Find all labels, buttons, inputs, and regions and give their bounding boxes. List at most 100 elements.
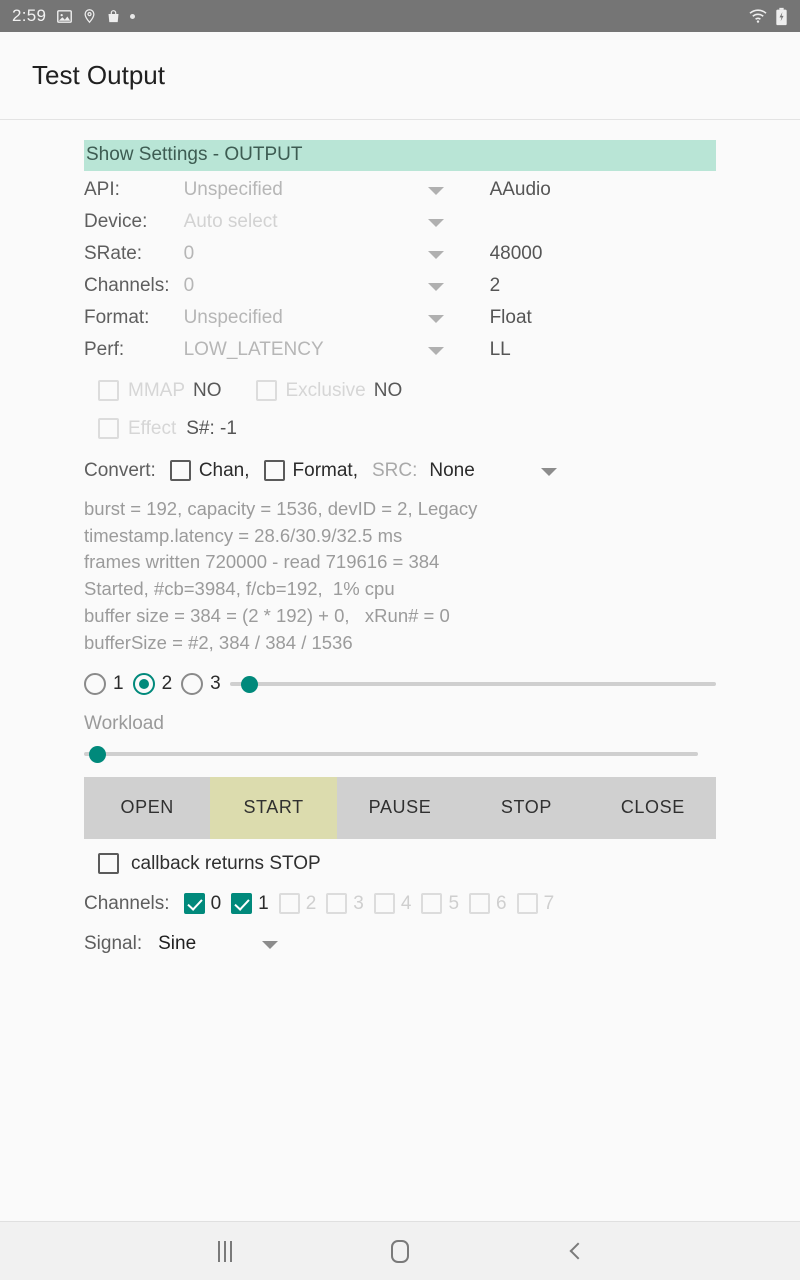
battery-charging-icon [775, 7, 788, 26]
channel-3-checkbox[interactable] [326, 893, 348, 915]
buffer-radio-3-label: 3 [210, 672, 221, 694]
location-pin-icon [82, 7, 97, 25]
buffer-burst-row: 1 2 3 [84, 667, 716, 701]
channel-0-checkbox[interactable] [183, 893, 205, 915]
device-label: Device: [84, 210, 148, 232]
back-button[interactable] [540, 1222, 610, 1280]
show-settings-header[interactable]: Show Settings - OUTPUT [84, 140, 716, 171]
perf-actual-value: LL [489, 338, 511, 360]
api-dropdown-caret[interactable] [427, 174, 474, 206]
channel-7-checkbox[interactable] [516, 893, 538, 915]
status-line-buffersize: buffer size = 384 = (2 * 192) + 0, xRun#… [84, 605, 450, 626]
status-bar-clock: 2:59 [12, 6, 47, 25]
callback-returns-stop-checkbox[interactable] [98, 853, 119, 875]
workload-label: Workload [84, 712, 164, 734]
signal-dropdown-caret[interactable] [262, 933, 279, 955]
channel-enable-row: Channels: 0 1 2 3 4 5 6 7 [84, 893, 716, 915]
perf-dropdown-caret[interactable] [427, 334, 474, 366]
channel-enable-label: Channels: [84, 892, 170, 914]
chevron-down-icon [262, 940, 279, 949]
perf-requested-value[interactable]: LOW_LATENCY [170, 334, 428, 366]
signal-row: Signal: Sine [84, 933, 716, 955]
close-button[interactable]: CLOSE [590, 777, 716, 839]
wifi-icon [748, 8, 768, 24]
api-requested-value[interactable]: Unspecified [170, 174, 428, 206]
callback-returns-stop-label: callback returns STOP [131, 852, 321, 874]
stream-status-text: burst = 192, capacity = 1536, devID = 2,… [84, 496, 716, 657]
buffer-radio-3[interactable]: 3 [181, 672, 230, 695]
stop-button[interactable]: STOP [463, 777, 589, 839]
buffer-radio-1-label: 1 [113, 672, 124, 694]
device-actual-value [474, 206, 551, 238]
mmap-label: MMAP [128, 379, 185, 401]
channels-dropdown-caret[interactable] [427, 270, 474, 302]
chevron-down-icon [427, 282, 444, 291]
table-row-perf: Perf: LOW_LATENCY LL [84, 334, 551, 366]
channel-6-checkbox[interactable] [469, 893, 491, 915]
channels-requested-value[interactable]: 0 [170, 270, 428, 302]
format-dropdown-caret[interactable] [427, 302, 474, 334]
format-actual-value: Float [489, 306, 532, 328]
format-requested-value[interactable]: Unspecified [170, 302, 428, 334]
status-bar-system-icons [748, 7, 788, 26]
buffer-size-slider[interactable] [229, 672, 716, 696]
slider-thumb[interactable] [89, 745, 107, 763]
status-line-buffersize-detail: bufferSize = #2, 384 / 384 / 1536 [84, 631, 353, 653]
status-line-frames: frames written 720000 - read 719616 = 38… [84, 551, 440, 573]
radio-circle-icon [181, 672, 204, 695]
effect-label: Effect [128, 417, 177, 439]
home-button[interactable] [365, 1222, 435, 1280]
workload-slider[interactable] [84, 743, 698, 765]
convert-format-checkbox[interactable] [263, 460, 285, 482]
status-line-burst: burst = 192, capacity = 1536, devID = 2,… [84, 497, 478, 519]
system-navigation-bar [0, 1221, 800, 1280]
convert-format-label: Format, [292, 459, 358, 481]
channel-4-checkbox[interactable] [373, 893, 395, 915]
convert-row: Convert: Chan, Format, SRC: None [84, 460, 716, 482]
start-button[interactable]: START [210, 776, 337, 839]
src-value[interactable]: None [429, 460, 474, 482]
chevron-down-icon [427, 218, 444, 227]
srate-dropdown-caret[interactable] [427, 238, 474, 270]
table-row-channels: Channels: 0 2 [84, 270, 551, 302]
channel-0-label: 0 [210, 892, 222, 914]
slider-thumb[interactable] [241, 675, 259, 693]
status-line-started: Started, #cb=3984, f/cb=192, 1% cpu [84, 578, 395, 600]
recents-button[interactable] [190, 1222, 260, 1280]
api-actual-value: AAudio [489, 178, 551, 200]
radio-circle-selected-icon [132, 672, 155, 695]
chevron-down-icon [427, 250, 444, 259]
mmap-checkbox[interactable] [98, 380, 119, 402]
srate-label: SRate: [84, 242, 143, 264]
open-button[interactable]: OPEN [84, 777, 210, 839]
pause-button[interactable]: PAUSE [337, 777, 463, 839]
channels-label: Channels: [84, 274, 170, 296]
channel-5-checkbox[interactable] [421, 893, 443, 915]
src-label: SRC: [371, 459, 418, 481]
status-line-latency: timestamp.latency = 28.6/30.9/32.5 ms [84, 524, 403, 546]
src-dropdown-caret[interactable] [540, 460, 557, 482]
image-icon [56, 8, 73, 25]
status-bar: 2:59 [0, 0, 800, 32]
signal-value[interactable]: Sine [158, 933, 196, 955]
buffer-radio-1[interactable]: 1 [84, 672, 133, 695]
channel-2-checkbox[interactable] [278, 893, 300, 915]
device-dropdown-caret[interactable] [427, 206, 474, 238]
effect-checkbox[interactable] [98, 418, 119, 440]
exclusive-checkbox[interactable] [255, 380, 277, 402]
exclusive-label: Exclusive [285, 379, 366, 401]
format-label: Format: [84, 306, 150, 328]
channel-7-label: 7 [543, 892, 555, 914]
effect-session-value: S#: -1 [186, 417, 237, 439]
convert-chan-label: Chan, [198, 459, 250, 481]
shopping-bag-icon [106, 8, 121, 25]
back-icon [569, 1242, 586, 1260]
device-requested-value[interactable]: Auto select [170, 206, 428, 238]
buffer-radio-2[interactable]: 2 [132, 672, 182, 695]
table-row-api: API: Unspecified AAudio [84, 174, 551, 206]
channel-1-checkbox[interactable] [231, 893, 253, 915]
convert-chan-checkbox[interactable] [169, 460, 191, 482]
transport-button-bar: OPEN START PAUSE STOP CLOSE [84, 776, 716, 839]
callback-returns-stop-row[interactable]: callback returns STOP [84, 853, 716, 875]
srate-requested-value[interactable]: 0 [170, 238, 428, 270]
